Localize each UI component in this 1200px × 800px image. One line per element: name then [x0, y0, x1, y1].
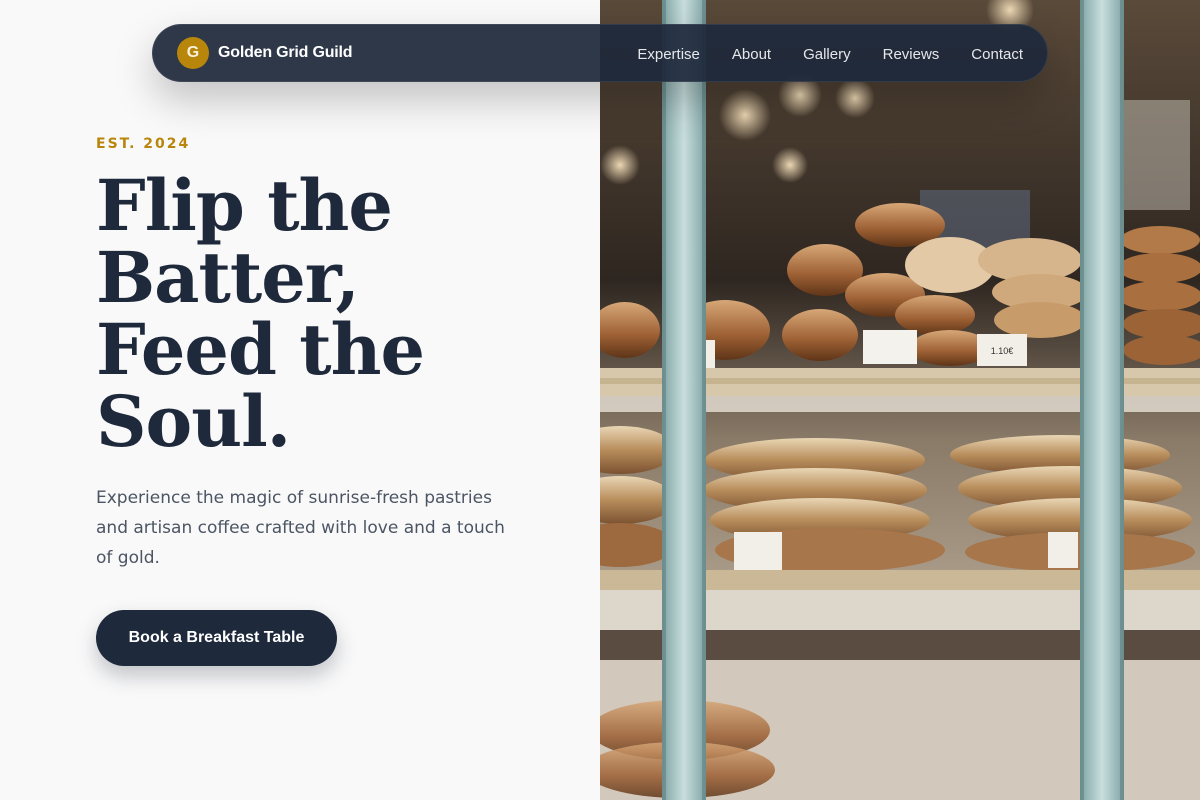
nav-link-gallery[interactable]: Gallery	[803, 46, 851, 63]
bakery-window-image: 1.10€	[600, 0, 1200, 800]
nav-link-expertise[interactable]: Expertise	[637, 46, 700, 63]
brand-monogram-icon: G	[177, 37, 209, 69]
book-breakfast-table-button[interactable]: Book a Breakfast Table	[96, 610, 337, 666]
headline-line: Soul.	[96, 380, 291, 463]
top-navbar: G Golden Grid Guild Expertise About Gall…	[152, 24, 1048, 82]
established-eyebrow: EST. 2024	[96, 136, 191, 152]
price-tag: 1.10€	[991, 346, 1014, 356]
hero-left-panel: EST. 2024 Flip the Batter, Feed the Soul…	[0, 0, 600, 800]
bakery-display-photo: 1.10€	[600, 0, 1200, 800]
headline-line: Flip the	[96, 164, 393, 247]
nav-link-about[interactable]: About	[732, 46, 771, 63]
nav-link-contact[interactable]: Contact	[971, 46, 1023, 63]
headline-line: Feed the	[96, 308, 425, 391]
brand-name: Golden Grid Guild	[218, 44, 353, 61]
nav-links: Expertise About Gallery Reviews Contact	[637, 25, 1023, 83]
brand-logo-link[interactable]: G Golden Grid Guild	[177, 37, 353, 69]
nav-link-reviews[interactable]: Reviews	[883, 46, 940, 63]
hero-headline: Flip the Batter, Feed the Soul.	[96, 170, 536, 458]
headline-line: Batter,	[96, 236, 360, 319]
hero-subtext: Experience the magic of sunrise-fresh pa…	[96, 488, 505, 568]
